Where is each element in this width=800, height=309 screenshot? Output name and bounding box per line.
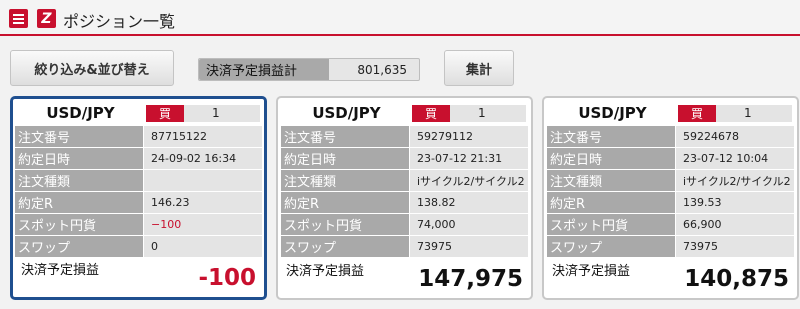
order-no-row: 注文番号 59279112: [281, 126, 528, 147]
order-no-row: 注文番号 87715122: [15, 126, 262, 147]
page-title: ポジション一覧: [63, 12, 176, 31]
order-type-row: 注文種類 iサイクル2/サイクル2: [547, 170, 794, 191]
pl-value: -100: [198, 265, 256, 291]
hamburger-menu-icon[interactable]: [9, 9, 28, 28]
contract-rate-row: 約定R 138.82: [281, 192, 528, 213]
order-type-label: 注文種類: [15, 170, 143, 191]
pl-value: 147,975: [418, 266, 523, 292]
filter-sort-button[interactable]: 絞り込み&並び替え: [10, 50, 174, 86]
currency-pair: USD/JPY: [578, 104, 647, 122]
swap-row: スワップ 0: [15, 236, 262, 257]
spot-yen-label: スポット円貨: [547, 214, 675, 235]
order-no-label: 注文番号: [281, 126, 409, 147]
contract-rate-label: 約定R: [15, 192, 143, 213]
order-type-value: iサイクル2/サイクル2: [410, 170, 528, 191]
total-pl-value: 801,635: [357, 62, 407, 77]
contract-time-value: 23-07-12 10:04: [676, 148, 794, 169]
swap-row: スワップ 73975: [547, 236, 794, 257]
order-no-value: 59224678: [676, 126, 794, 147]
swap-label: スワップ: [281, 236, 409, 257]
order-type-value: iサイクル2/サイクル2: [676, 170, 794, 191]
order-type-value: [144, 170, 262, 191]
side-badge: 買: [412, 104, 450, 122]
quantity: 1: [450, 104, 526, 122]
swap-value: 0: [144, 236, 262, 257]
order-no-label: 注文番号: [15, 126, 143, 147]
pl-label: 決済予定損益: [552, 264, 631, 279]
quantity: 1: [716, 104, 792, 122]
swap-label: スワップ: [15, 236, 143, 257]
order-type-row: 注文種類 iサイクル2/サイクル2: [281, 170, 528, 191]
contract-rate-label: 約定R: [281, 192, 409, 213]
contract-time-label: 約定日時: [15, 148, 143, 169]
spot-yen-label: スポット円貨: [15, 214, 143, 235]
spot-yen-row: スポット円貨 66,900: [547, 214, 794, 235]
contract-rate-row: 約定R 139.53: [547, 192, 794, 213]
contract-rate-value: 138.82: [410, 192, 528, 213]
swap-value: 73975: [410, 236, 528, 257]
side-badge: 買: [146, 104, 184, 122]
pl-label: 決済予定損益: [21, 263, 100, 278]
order-type-label: 注文種類: [547, 170, 675, 191]
contract-time-label: 約定日時: [281, 148, 409, 169]
contract-time-label: 約定日時: [547, 148, 675, 169]
header-bar: Z ポジション一覧: [0, 0, 800, 36]
contract-rate-row: 約定R 146.23: [15, 192, 262, 213]
position-card[interactable]: USD/JPY 買 1 注文番号 87715122 約定日時 24-09-02 16…: [10, 96, 267, 300]
currency-pair: USD/JPY: [46, 104, 115, 122]
order-type-label: 注文種類: [281, 170, 409, 191]
contract-time-row: 約定日時 23-07-12 21:31: [281, 148, 528, 169]
swap-row: スワップ 73975: [281, 236, 528, 257]
side-badge: 買: [678, 104, 716, 122]
summary-button[interactable]: 集計: [444, 50, 514, 86]
spot-yen-label: スポット円貨: [281, 214, 409, 235]
contract-rate-value: 139.53: [676, 192, 794, 213]
order-no-label: 注文番号: [547, 126, 675, 147]
total-pl-box: 決済予定損益計 801,635: [198, 58, 420, 81]
order-type-row: 注文種類: [15, 170, 262, 191]
contract-time-value: 23-07-12 21:31: [410, 148, 528, 169]
contract-time-value: 24-09-02 16:34: [144, 148, 262, 169]
z-logo-icon[interactable]: Z: [37, 9, 56, 28]
position-card[interactable]: USD/JPY 買 1 注文番号 59279112 約定日時 23-07-12 21…: [276, 96, 533, 300]
spot-yen-row: スポット円貨 74,000: [281, 214, 528, 235]
position-card[interactable]: USD/JPY 買 1 注文番号 59224678 約定日時 23-07-12 10…: [542, 96, 799, 300]
quantity: 1: [184, 104, 260, 122]
order-no-row: 注文番号 59224678: [547, 126, 794, 147]
contract-rate-value: 146.23: [144, 192, 262, 213]
spot-yen-row: スポット円貨 −100: [15, 214, 262, 235]
contract-time-row: 約定日時 23-07-12 10:04: [547, 148, 794, 169]
spot-yen-value: −100: [144, 214, 262, 235]
contract-rate-label: 約定R: [547, 192, 675, 213]
pl-value: 140,875: [684, 266, 789, 292]
contract-time-row: 約定日時 24-09-02 16:34: [15, 148, 262, 169]
spot-yen-value: 66,900: [676, 214, 794, 235]
pl-label: 決済予定損益: [286, 264, 365, 279]
order-no-value: 59279112: [410, 126, 528, 147]
order-no-value: 87715122: [144, 126, 262, 147]
total-pl-label: 決済予定損益計: [199, 59, 329, 80]
currency-pair: USD/JPY: [312, 104, 381, 122]
swap-value: 73975: [676, 236, 794, 257]
swap-label: スワップ: [547, 236, 675, 257]
spot-yen-value: 74,000: [410, 214, 528, 235]
